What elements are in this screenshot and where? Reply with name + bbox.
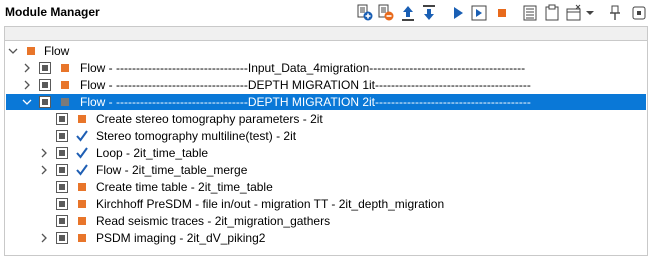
tree-row-selected[interactable]: Flow - ---------------------------------… xyxy=(6,94,646,110)
tree-row[interactable]: Kirchhoff PreSDM - file in/out - migrati… xyxy=(6,196,646,212)
add-module-icon[interactable] xyxy=(356,4,374,22)
checkmark-icon xyxy=(76,146,88,159)
enable-checkbox[interactable] xyxy=(39,62,51,74)
tree-root-label: Flow xyxy=(44,44,70,58)
tree-row-label: Create stereo tomography parameters - 2i… xyxy=(96,112,323,126)
tree-row-label: Flow - ---------------------------------… xyxy=(80,95,531,109)
tree-row[interactable]: Create stereo tomography parameters - 2i… xyxy=(6,111,646,127)
module-manager-panel: Module Manager Flow Flow - -------------… xyxy=(0,0,651,260)
tree-row-label: Stereo tomography multiline(test) - 2it xyxy=(96,129,297,143)
dropdown-icon[interactable] xyxy=(585,4,595,22)
tree-header-bar xyxy=(4,26,648,40)
remove-module-icon[interactable] xyxy=(377,4,395,22)
pin-icon[interactable] xyxy=(606,4,624,22)
window-options-icon[interactable] xyxy=(565,4,583,22)
status-square-icon xyxy=(78,183,86,191)
close-panel-icon[interactable] xyxy=(630,4,648,22)
clipboard-icon[interactable] xyxy=(543,4,561,22)
tree-row[interactable]: Flow - 2it_time_table_merge xyxy=(6,162,646,178)
chevron-right-icon[interactable] xyxy=(39,165,49,175)
status-square-icon xyxy=(78,234,86,242)
run-step-icon[interactable] xyxy=(470,4,488,22)
chevron-down-icon[interactable] xyxy=(22,97,32,107)
enable-checkbox[interactable] xyxy=(56,130,68,142)
tree-row[interactable]: Stereo tomography multiline(test) - 2it xyxy=(6,128,646,144)
chevron-right-icon[interactable] xyxy=(22,80,32,90)
tree-row-label: Create time table - 2it_time_table xyxy=(96,180,273,194)
panel-title: Module Manager xyxy=(5,5,100,19)
status-square-icon xyxy=(78,115,86,123)
enable-checkbox[interactable] xyxy=(39,96,51,108)
enable-checkbox[interactable] xyxy=(56,215,68,227)
tree-row-label: Flow - ---------------------------------… xyxy=(80,78,531,92)
chevron-right-icon[interactable] xyxy=(39,148,49,158)
tree-row[interactable]: Read seismic traces - 2it_migration_gath… xyxy=(6,213,646,229)
status-square-icon xyxy=(61,81,69,89)
tree-row[interactable]: Loop - 2it_time_table xyxy=(6,145,646,161)
checkmark-icon xyxy=(76,129,88,142)
stop-icon[interactable] xyxy=(493,4,511,22)
checkmark-icon xyxy=(76,163,88,176)
chevron-right-icon[interactable] xyxy=(39,233,49,243)
status-square-icon xyxy=(61,98,69,106)
run-icon[interactable] xyxy=(449,4,467,22)
status-square-icon xyxy=(27,47,35,55)
enable-checkbox[interactable] xyxy=(39,79,51,91)
tree-row-label: Read seismic traces - 2it_migration_gath… xyxy=(96,214,331,228)
tree-row-label: Loop - 2it_time_table xyxy=(96,146,209,160)
tree-row[interactable]: Flow - ---------------------------------… xyxy=(6,60,646,76)
status-square-icon xyxy=(78,200,86,208)
tree-row-label: PSDM imaging - 2it_dV_piking2 xyxy=(96,231,266,245)
enable-checkbox[interactable] xyxy=(56,232,68,244)
enable-checkbox[interactable] xyxy=(56,147,68,159)
tree-row-label: Kirchhoff PreSDM - file in/out - migrati… xyxy=(96,197,445,211)
tree-row-label: Flow - ---------------------------------… xyxy=(80,61,526,75)
enable-checkbox[interactable] xyxy=(56,181,68,193)
status-square-icon xyxy=(61,64,69,72)
status-square-icon xyxy=(78,217,86,225)
panel-header: Module Manager xyxy=(0,0,651,26)
chevron-down-icon[interactable] xyxy=(8,46,18,56)
enable-checkbox[interactable] xyxy=(56,198,68,210)
chevron-right-icon[interactable] xyxy=(22,63,32,73)
tree-row[interactable]: Flow - ---------------------------------… xyxy=(6,77,646,93)
enable-checkbox[interactable] xyxy=(56,113,68,125)
tree-root-row[interactable]: Flow xyxy=(6,43,646,59)
list-view-icon[interactable] xyxy=(521,4,539,22)
move-down-icon[interactable] xyxy=(420,4,438,22)
tree-row-label: Flow - 2it_time_table_merge xyxy=(96,163,248,177)
tree-row[interactable]: PSDM imaging - 2it_dV_piking2 xyxy=(6,230,646,246)
tree-row[interactable]: Create time table - 2it_time_table xyxy=(6,179,646,195)
move-up-icon[interactable] xyxy=(399,4,417,22)
enable-checkbox[interactable] xyxy=(56,164,68,176)
flow-tree[interactable]: Flow Flow - ----------------------------… xyxy=(4,40,648,256)
